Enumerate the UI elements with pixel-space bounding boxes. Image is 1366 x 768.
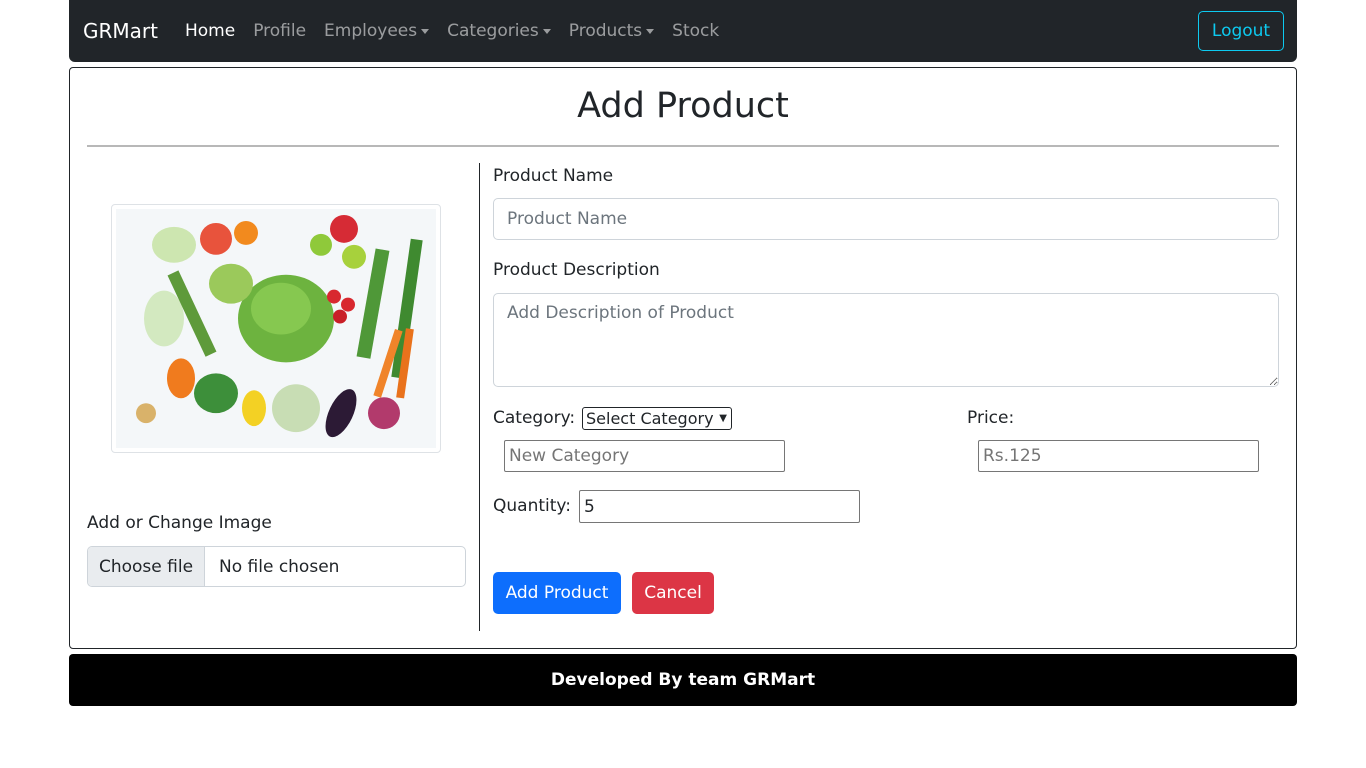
nav-stock[interactable]: Stock	[672, 21, 719, 41]
category-label: Category:	[493, 408, 576, 428]
nav-profile-label: Profile	[253, 21, 307, 41]
product-image-frame	[111, 204, 441, 453]
vertical-divider	[479, 163, 480, 631]
page-title: Add Product	[577, 86, 789, 126]
quantity-input[interactable]	[579, 490, 860, 523]
nav-stock-label: Stock	[672, 21, 720, 41]
new-category-input[interactable]	[504, 440, 785, 472]
logout-button[interactable]: Logout	[1198, 11, 1284, 51]
cancel-button[interactable]: Cancel	[632, 572, 714, 614]
brand-logo[interactable]: GRMart	[83, 19, 158, 43]
file-status-text: No file chosen	[219, 556, 340, 577]
footer: Developed By team GRMart	[69, 654, 1297, 706]
chevron-down-icon: ▼	[719, 413, 727, 424]
product-name-label: Product Name	[493, 166, 614, 186]
add-image-label: Add or Change Image	[87, 513, 272, 533]
product-description-textarea[interactable]	[493, 293, 1279, 387]
category-selected-value: Select Category	[586, 409, 714, 428]
nav-profile[interactable]: Profile	[253, 21, 306, 41]
nav-home-label: Home	[184, 21, 236, 41]
nav-products-label: Products	[568, 21, 643, 41]
nav-categories-label: Categories	[447, 21, 539, 41]
caret-down-icon	[421, 28, 430, 34]
quantity-label: Quantity:	[493, 496, 571, 516]
add-product-card: Add Product Add or Change Image Choose f…	[69, 67, 1297, 649]
title-divider	[87, 145, 1279, 147]
footer-text: Developed By team GRMart	[550, 670, 816, 690]
product-image	[116, 209, 436, 448]
caret-down-icon	[542, 28, 551, 34]
choose-file-button[interactable]: Choose file	[88, 547, 205, 586]
navbar: GRMart Home Profile Employees Categories…	[69, 0, 1297, 62]
nav-products-dropdown[interactable]: Products	[568, 21, 655, 41]
category-select[interactable]: Select Category ▼	[582, 407, 732, 430]
image-file-input[interactable]: Choose file No file chosen	[87, 546, 466, 587]
nav-employees-label: Employees	[324, 21, 418, 41]
price-label: Price:	[967, 408, 1015, 428]
nav-employees-dropdown[interactable]: Employees	[324, 21, 430, 41]
product-description-label: Product Description	[493, 260, 660, 280]
add-product-button[interactable]: Add Product	[493, 572, 621, 614]
product-name-input[interactable]	[493, 198, 1279, 240]
nav-home[interactable]: Home	[185, 21, 235, 41]
price-input[interactable]	[978, 440, 1259, 472]
caret-down-icon	[646, 28, 655, 34]
nav-categories-dropdown[interactable]: Categories	[447, 21, 551, 41]
